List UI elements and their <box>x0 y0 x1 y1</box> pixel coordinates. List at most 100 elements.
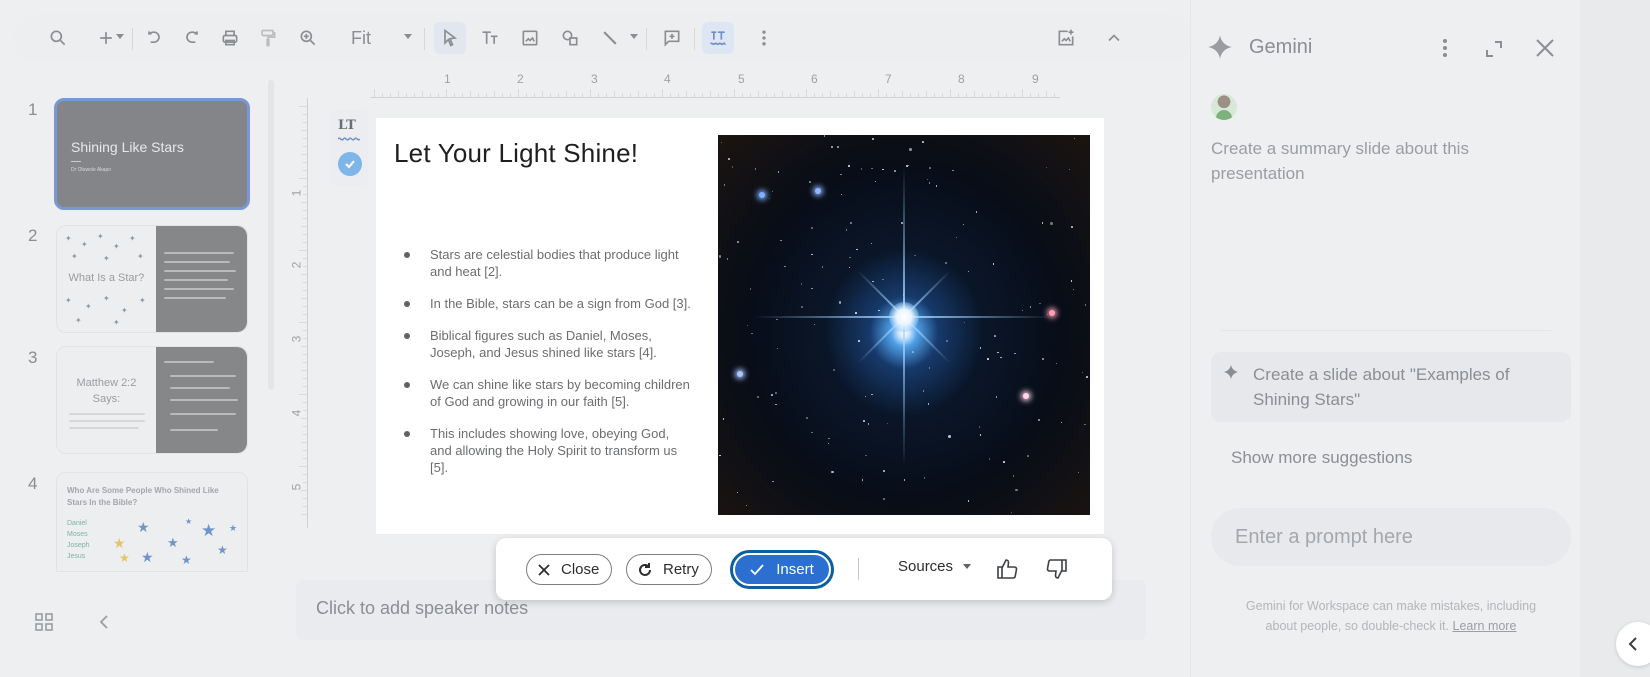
star-decoration: ✦ <box>113 242 120 251</box>
search-menus-button[interactable] <box>42 22 74 54</box>
close-button[interactable]: Close <box>526 554 613 585</box>
ruler-tick <box>902 91 903 97</box>
ruler-tick-label: 6 <box>811 72 818 86</box>
thumbs-down-button[interactable] <box>1042 554 1072 584</box>
slide-title[interactable]: Let Your Light Shine! <box>394 138 638 169</box>
ruler-tick <box>998 91 999 97</box>
show-more-suggestions-button[interactable]: Show more suggestions <box>1231 448 1412 468</box>
ruler-tick <box>303 386 307 387</box>
line-button[interactable] <box>594 22 626 54</box>
thumb-text-line <box>69 413 145 415</box>
text-box-button[interactable] <box>474 22 506 54</box>
background-star <box>861 479 864 481</box>
star-decoration: ✦ <box>139 296 146 305</box>
background-star <box>827 442 830 445</box>
add-comment-button[interactable] <box>656 22 688 54</box>
filmstrip-scrollbar[interactable] <box>268 80 274 390</box>
shape-button[interactable] <box>554 22 586 54</box>
slide-bullet-list[interactable]: Stars are celestial bodies that produce … <box>402 246 692 491</box>
more-options-button[interactable] <box>748 22 780 54</box>
ruler-tick-label: 3 <box>591 72 598 86</box>
ruler-tick <box>718 93 719 97</box>
slide-thumbnail-3[interactable]: Matthew 2:2 Says: <box>56 346 248 454</box>
slide-thumbnail-4[interactable]: Who Are Some People Who Shined Like Star… <box>56 472 248 572</box>
slide-thumbnail-1[interactable]: Shining Like Stars Dr Oluwole Akapo <box>54 98 250 210</box>
grid-view-button[interactable] <box>34 612 54 632</box>
hide-menus-button[interactable] <box>1098 22 1130 54</box>
thumbs-up-button[interactable] <box>992 554 1022 584</box>
more-vert-icon[interactable] <box>1433 36 1457 60</box>
user-avatar <box>1211 94 1237 120</box>
background-star <box>728 158 730 160</box>
spellcheck-chip[interactable]: LT <box>330 110 368 186</box>
slide-canvas[interactable]: Let Your Light Shine! Stars are celestia… <box>376 118 1104 534</box>
retry-button[interactable]: Retry <box>626 554 712 585</box>
background-star <box>757 396 759 398</box>
star-decoration: ✦ <box>65 296 72 305</box>
zoom-button[interactable] <box>292 22 324 54</box>
ruler-tick <box>303 306 307 307</box>
redo-button[interactable] <box>176 22 208 54</box>
print-button[interactable] <box>214 22 246 54</box>
collapse-filmstrip-button[interactable] <box>96 612 112 632</box>
zoom-dropdown-caret[interactable] <box>404 34 412 39</box>
speaker-notes-placeholder[interactable]: Click to add speaker notes <box>316 598 528 619</box>
star-image[interactable] <box>718 135 1090 515</box>
ruler-tick <box>303 170 307 171</box>
line-dropdown-caret[interactable] <box>630 34 638 39</box>
ruler-tick <box>782 91 783 97</box>
select-tool-button[interactable] <box>434 22 466 54</box>
vertical-ruler[interactable]: 1 2 3 4 5 <box>289 98 308 528</box>
background-star <box>1050 222 1053 225</box>
ruler-tick <box>446 89 447 97</box>
background-star <box>811 227 813 229</box>
ruler-tick <box>854 91 855 97</box>
check-icon[interactable] <box>338 152 362 176</box>
thumb-right-panel <box>155 226 247 332</box>
prompt-input[interactable] <box>1211 508 1571 566</box>
ruler-tick <box>886 93 887 97</box>
paint-format-button[interactable] <box>252 22 284 54</box>
background-star <box>856 248 858 251</box>
ruler-tick <box>454 93 455 97</box>
insert-button[interactable]: Insert <box>735 555 829 584</box>
ruler-tick <box>774 93 775 97</box>
ruler-tick <box>303 314 307 315</box>
ruler-tick <box>926 91 927 97</box>
horizontal-ruler[interactable]: 1 2 3 4 5 6 7 8 9 <box>370 70 1060 98</box>
ruler-tick <box>303 434 307 435</box>
background-star <box>858 340 860 342</box>
ruler-tick <box>670 93 671 97</box>
background-star <box>737 241 739 243</box>
sources-dropdown[interactable]: Sources <box>898 558 972 575</box>
generate-image-button[interactable] <box>1050 22 1082 54</box>
background-star <box>975 211 978 213</box>
ruler-tick <box>654 93 655 97</box>
expand-icon[interactable] <box>1483 38 1505 60</box>
close-icon[interactable] <box>1533 36 1557 60</box>
ruler-tick <box>606 93 607 97</box>
insert-image-button[interactable] <box>514 22 546 54</box>
ruler-tick <box>550 93 551 97</box>
star-decoration: ✦ <box>103 254 110 263</box>
ruler-tick <box>303 450 307 451</box>
slide-thumbnail-2[interactable]: ✦ ✦ ✦ ✦ ✦ ✦ ✦ ✦ What Is a Star? ✦ ✦ ✦ ✦ … <box>56 225 248 333</box>
suggestion-chip[interactable]: Create a slide about "Examples of Shinin… <box>1211 352 1571 422</box>
ruler-tick <box>750 93 751 97</box>
new-slide-dropdown-caret[interactable] <box>116 34 124 39</box>
plus-icon <box>100 32 112 44</box>
ruler-tick <box>742 93 743 97</box>
insert-button-label: Insert <box>776 561 814 578</box>
learn-more-link[interactable]: Learn more <box>1453 619 1517 633</box>
spellcheck-button[interactable] <box>702 22 734 54</box>
undo-button[interactable] <box>138 22 170 54</box>
ruler-tick <box>303 210 307 211</box>
background-star <box>1055 362 1058 365</box>
ruler-tick <box>974 91 975 97</box>
ruler-tick <box>846 93 847 97</box>
background-star <box>1084 304 1087 306</box>
background-star <box>811 431 813 434</box>
more-vert-icon <box>762 30 766 46</box>
thumb-list-item: Moses <box>67 531 88 538</box>
zoom-select[interactable]: Fit <box>351 28 371 49</box>
